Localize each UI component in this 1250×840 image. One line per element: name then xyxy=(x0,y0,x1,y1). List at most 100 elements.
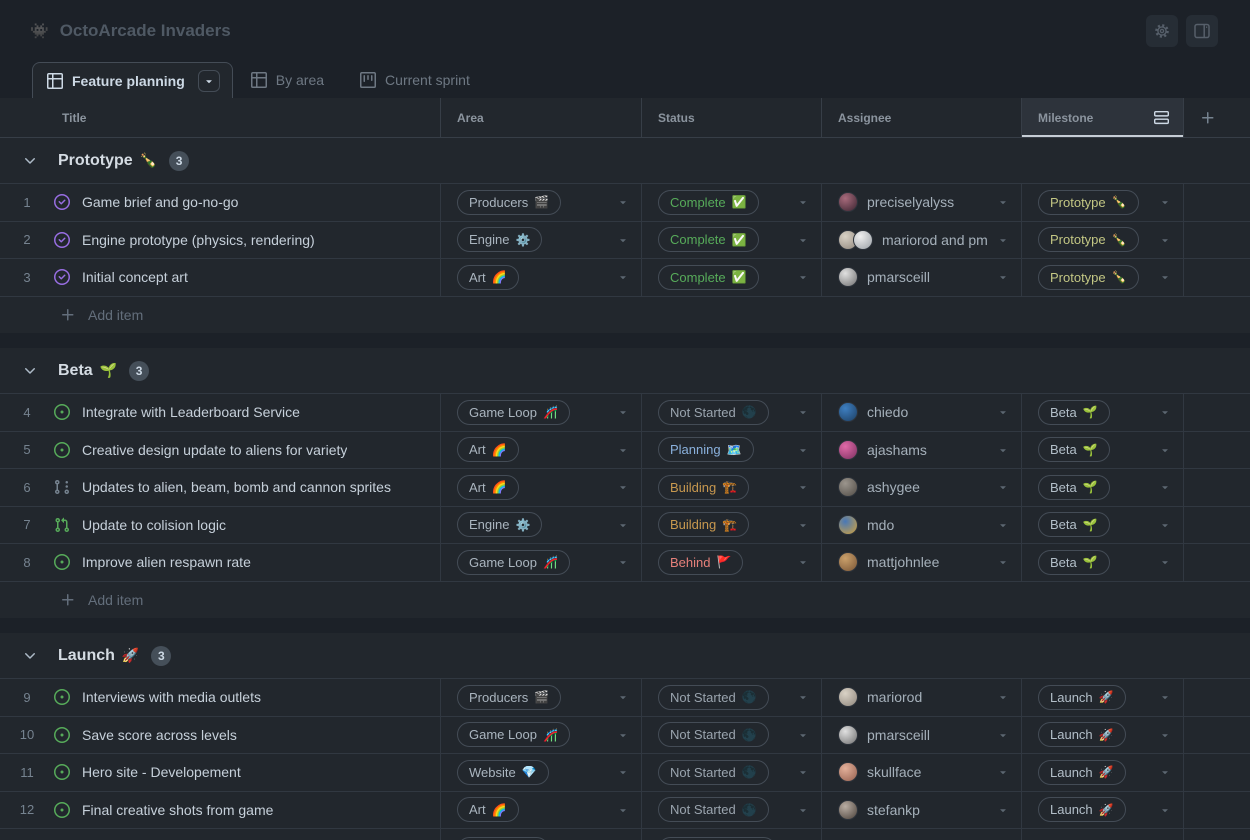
status-pill[interactable]: Building🏗️ xyxy=(658,475,749,500)
status-pill[interactable]: Complete✅ xyxy=(658,190,759,215)
status-pill[interactable]: Not Started🌑 xyxy=(658,797,769,822)
area-cell[interactable]: Art🌈 xyxy=(440,432,641,469)
area-cell[interactable]: Game Loop🎢 xyxy=(440,394,641,431)
milestone-pill[interactable]: Launch🚀 xyxy=(1038,685,1126,710)
title-cell[interactable]: 6Updates to alien, beam, bomb and cannon… xyxy=(0,469,440,506)
title-cell[interactable]: 12Final creative shots from game xyxy=(0,792,440,829)
milestone-cell[interactable]: Beta🌱 xyxy=(1021,394,1183,431)
status-pill[interactable]: Behind🚩 xyxy=(658,550,743,575)
milestone-pill[interactable]: Launch🚀 xyxy=(1038,797,1126,822)
area-pill[interactable]: Art🌈 xyxy=(457,437,519,462)
status-pill[interactable]: Not Started🌑 xyxy=(658,760,769,785)
status-pill[interactable]: Not Started🌑 xyxy=(658,685,769,710)
status-cell[interactable]: Not Started🌑 xyxy=(641,679,821,716)
area-pill[interactable]: Art🌈 xyxy=(457,475,519,500)
milestone-cell[interactable]: Prototype🍾 xyxy=(1021,184,1183,221)
area-cell[interactable]: Engine⚙️ xyxy=(440,222,641,259)
area-cell[interactable]: Art🌈 xyxy=(440,792,641,829)
tab-current-sprint[interactable]: Current sprint xyxy=(342,62,488,98)
status-pill[interactable]: Complete✅ xyxy=(658,265,759,290)
title-cell[interactable]: 10Save score across levels xyxy=(0,717,440,754)
area-cell[interactable]: Art🌈 xyxy=(440,469,641,506)
title-cell[interactable]: 4Integrate with Leaderboard Service xyxy=(0,394,440,431)
table-row[interactable]: 12Final creative shots from game Art🌈 Not … xyxy=(0,791,1250,829)
title-cell[interactable]: 3Initial concept art xyxy=(0,259,440,296)
area-cell[interactable]: Website💎 xyxy=(440,754,641,791)
add-column-button[interactable] xyxy=(1183,98,1250,137)
status-cell[interactable]: Planning🗺️ xyxy=(641,432,821,469)
title-cell[interactable]: 11Hero site - Developement xyxy=(0,754,440,791)
milestone-cell[interactable]: Launch🚀 xyxy=(1021,679,1183,716)
status-cell[interactable]: Behind🚩 xyxy=(641,544,821,581)
milestone-cell[interactable]: Launch🚀 xyxy=(1021,754,1183,791)
milestone-cell[interactable]: Beta🌱 xyxy=(1021,507,1183,544)
status-pill[interactable]: Complete✅ xyxy=(658,227,759,252)
area-cell[interactable]: Art🌈 xyxy=(440,259,641,296)
milestone-cell[interactable]: Beta🌱 xyxy=(1021,432,1183,469)
area-pill[interactable]: Producers🎬 xyxy=(457,685,561,710)
title-cell[interactable]: 7Update to colision logic xyxy=(0,507,440,544)
assignee-cell[interactable]: preciselyalyss xyxy=(821,184,1021,221)
table-row[interactable]: 5Creative design update to aliens for va… xyxy=(0,431,1250,469)
milestone-pill[interactable]: Beta🌱 xyxy=(1038,512,1110,537)
milestone-pill[interactable]: Prototype🍾 xyxy=(1038,227,1139,252)
table-row[interactable]: 9Interviews with media outletsProducers🎬… xyxy=(0,678,1250,716)
area-pill[interactable]: Game Loop🎢 xyxy=(457,722,570,747)
column-header-title[interactable]: Title xyxy=(0,98,440,137)
status-cell[interactable]: Not Started🌑 xyxy=(641,754,821,791)
tab-menu-button[interactable] xyxy=(198,70,220,92)
table-row-partial[interactable] xyxy=(0,828,1250,840)
status-cell[interactable]: Complete✅ xyxy=(641,222,821,259)
area-pill[interactable]: Producers🎬 xyxy=(457,190,561,215)
milestone-pill[interactable]: Beta🌱 xyxy=(1038,550,1110,575)
table-row[interactable]: 10Save score across levels Game Loop🎢 Not … xyxy=(0,716,1250,754)
milestone-pill[interactable]: Launch🚀 xyxy=(1038,760,1126,785)
assignee-cell[interactable]: mdo xyxy=(821,507,1021,544)
area-cell[interactable]: Producers🎬 xyxy=(440,679,641,716)
status-cell[interactable]: Not Started🌑 xyxy=(641,717,821,754)
table-row[interactable]: 2Engine prototype (physics, rendering) En… xyxy=(0,221,1250,259)
column-header-area[interactable]: Area xyxy=(440,98,641,137)
area-pill[interactable]: Website💎 xyxy=(457,760,549,785)
area-cell[interactable]: Producers🎬 xyxy=(440,184,641,221)
status-pill[interactable]: Not Started🌑 xyxy=(658,400,769,425)
milestone-cell[interactable]: Launch🚀 xyxy=(1021,792,1183,829)
milestone-cell[interactable]: Launch🚀 xyxy=(1021,717,1183,754)
assignee-cell[interactable]: mariorod and pm xyxy=(821,222,1021,259)
table-row[interactable]: 1Game brief and go-no-goProducers🎬Comple… xyxy=(0,183,1250,221)
status-cell[interactable]: Complete✅ xyxy=(641,184,821,221)
area-cell[interactable]: Game Loop🎢 xyxy=(440,717,641,754)
status-cell[interactable]: Building🏗️ xyxy=(641,507,821,544)
column-header-milestone[interactable]: Milestone xyxy=(1021,98,1183,137)
table-row[interactable]: 11Hero site - Developement Website💎 Not St… xyxy=(0,753,1250,791)
milestone-pill[interactable]: Beta🌱 xyxy=(1038,400,1110,425)
status-cell[interactable]: Not Started🌑 xyxy=(641,394,821,431)
area-pill[interactable]: Art🌈 xyxy=(457,797,519,822)
status-pill[interactable]: Not Started🌑 xyxy=(658,722,769,747)
table-row[interactable]: 8Improve alien respawn rate Game Loop🎢 Beh… xyxy=(0,543,1250,581)
assignee-cell[interactable]: skullface xyxy=(821,754,1021,791)
milestone-cell[interactable]: Prototype🍾 xyxy=(1021,259,1183,296)
milestone-cell[interactable]: Prototype🍾 xyxy=(1021,222,1183,259)
status-cell[interactable]: Building🏗️ xyxy=(641,469,821,506)
status-pill[interactable]: Planning🗺️ xyxy=(658,437,754,462)
settings-button[interactable] xyxy=(1146,15,1178,47)
area-pill[interactable]: Game Loop🎢 xyxy=(457,550,570,575)
milestone-pill[interactable]: Beta🌱 xyxy=(1038,475,1110,500)
title-cell[interactable]: 8Improve alien respawn rate xyxy=(0,544,440,581)
table-row[interactable]: 6Updates to alien, beam, bomb and cannon… xyxy=(0,468,1250,506)
column-header-status[interactable]: Status xyxy=(641,98,821,137)
area-pill[interactable]: Engine⚙️ xyxy=(457,512,542,537)
title-cell[interactable]: 2Engine prototype (physics, rendering) xyxy=(0,222,440,259)
assignee-cell[interactable]: chiedo xyxy=(821,394,1021,431)
status-pill[interactable]: Building🏗️ xyxy=(658,512,749,537)
milestone-pill[interactable]: Beta🌱 xyxy=(1038,437,1110,462)
table-row[interactable]: 7Update to colision logic Engine⚙️ Buildin… xyxy=(0,506,1250,544)
milestone-cell[interactable]: Beta🌱 xyxy=(1021,469,1183,506)
assignee-cell[interactable]: ajashams xyxy=(821,432,1021,469)
milestone-cell[interactable]: Beta🌱 xyxy=(1021,544,1183,581)
milestone-pill[interactable]: Launch🚀 xyxy=(1038,722,1126,747)
table-row[interactable]: 4Integrate with Leaderboard ServiceGame … xyxy=(0,393,1250,431)
area-pill[interactable]: Engine⚙️ xyxy=(457,227,542,252)
area-cell[interactable]: Game Loop🎢 xyxy=(440,544,641,581)
